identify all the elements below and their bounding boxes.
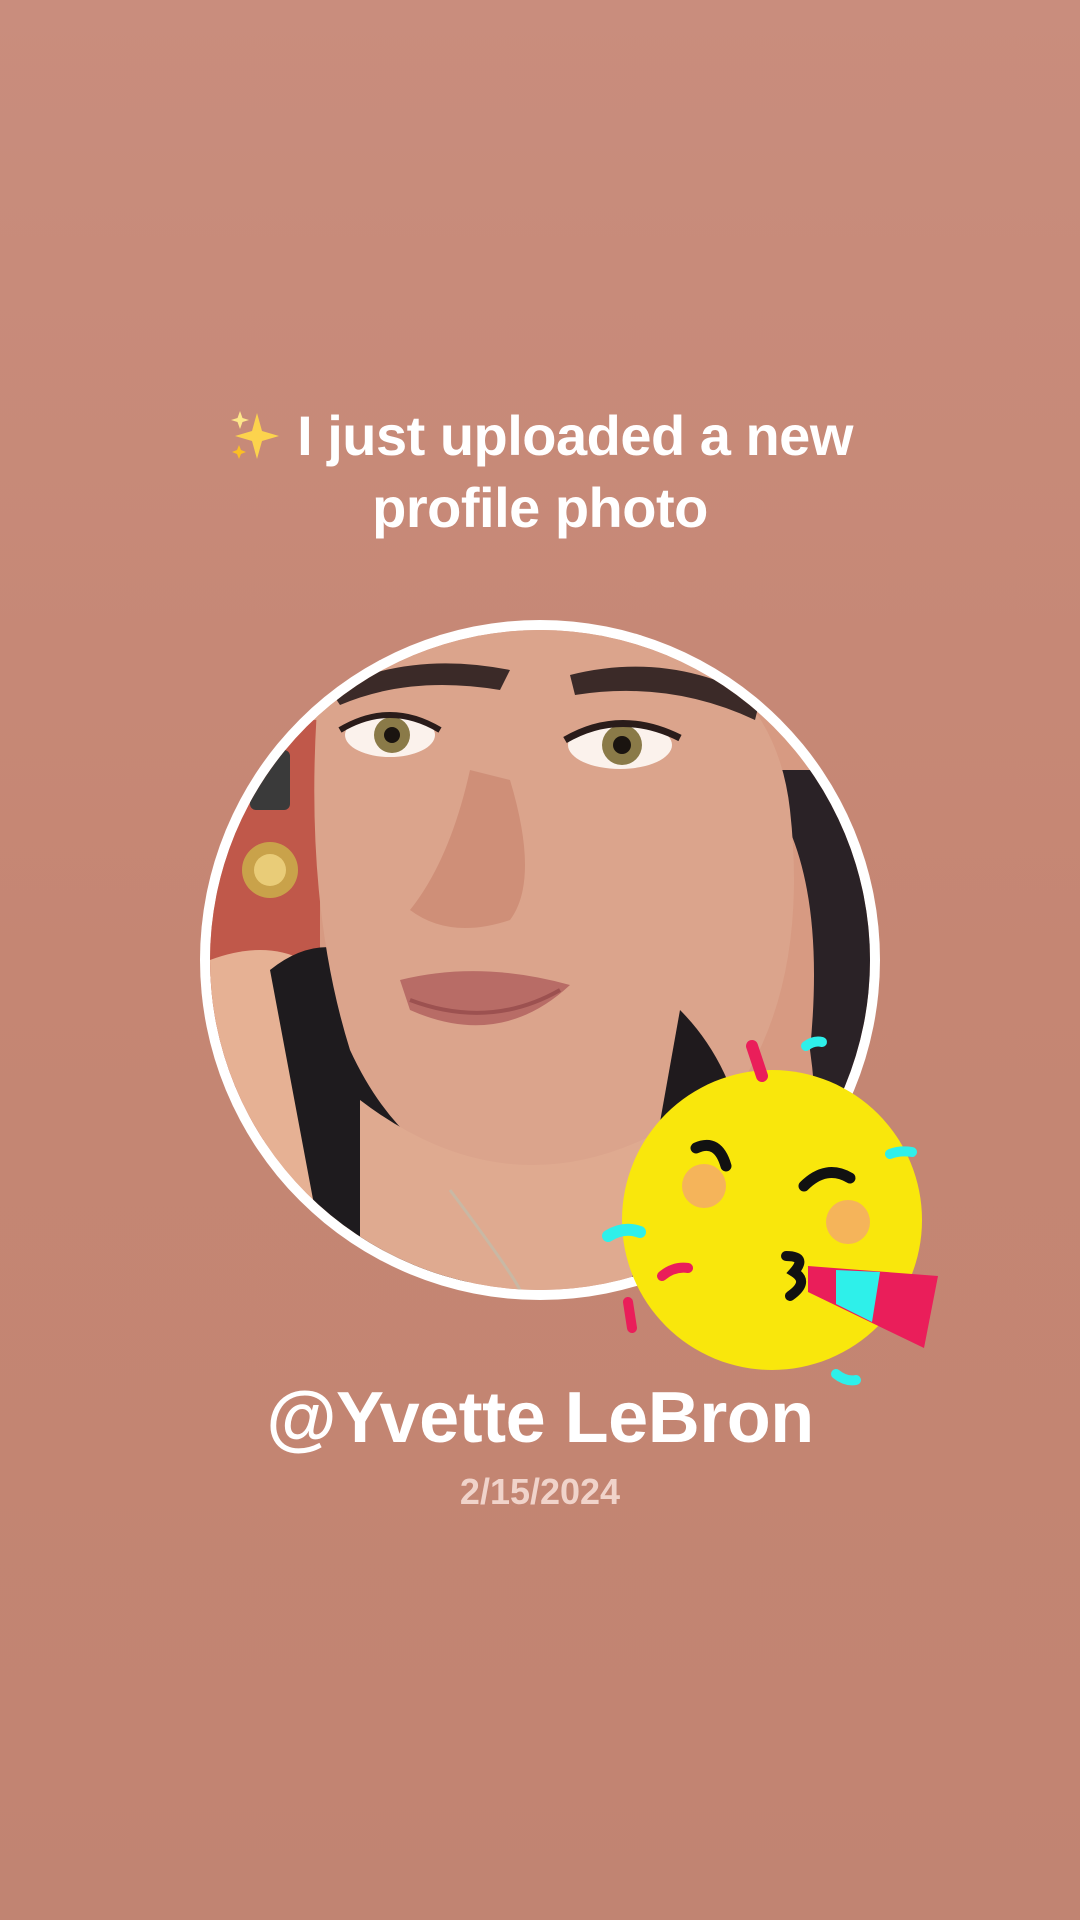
sparkles-icon	[227, 407, 283, 463]
headline: I just uploaded a new profile photo	[140, 400, 940, 544]
story-screen: I just uploaded a new profile photo @Yve…	[0, 0, 1080, 1920]
profile-username[interactable]: @Yvette LeBron	[0, 1372, 1080, 1464]
party-face-icon	[600, 1030, 950, 1400]
headline-text: I just uploaded a new profile photo	[297, 404, 853, 539]
upload-date: 2/15/2024	[459, 1471, 621, 1512]
